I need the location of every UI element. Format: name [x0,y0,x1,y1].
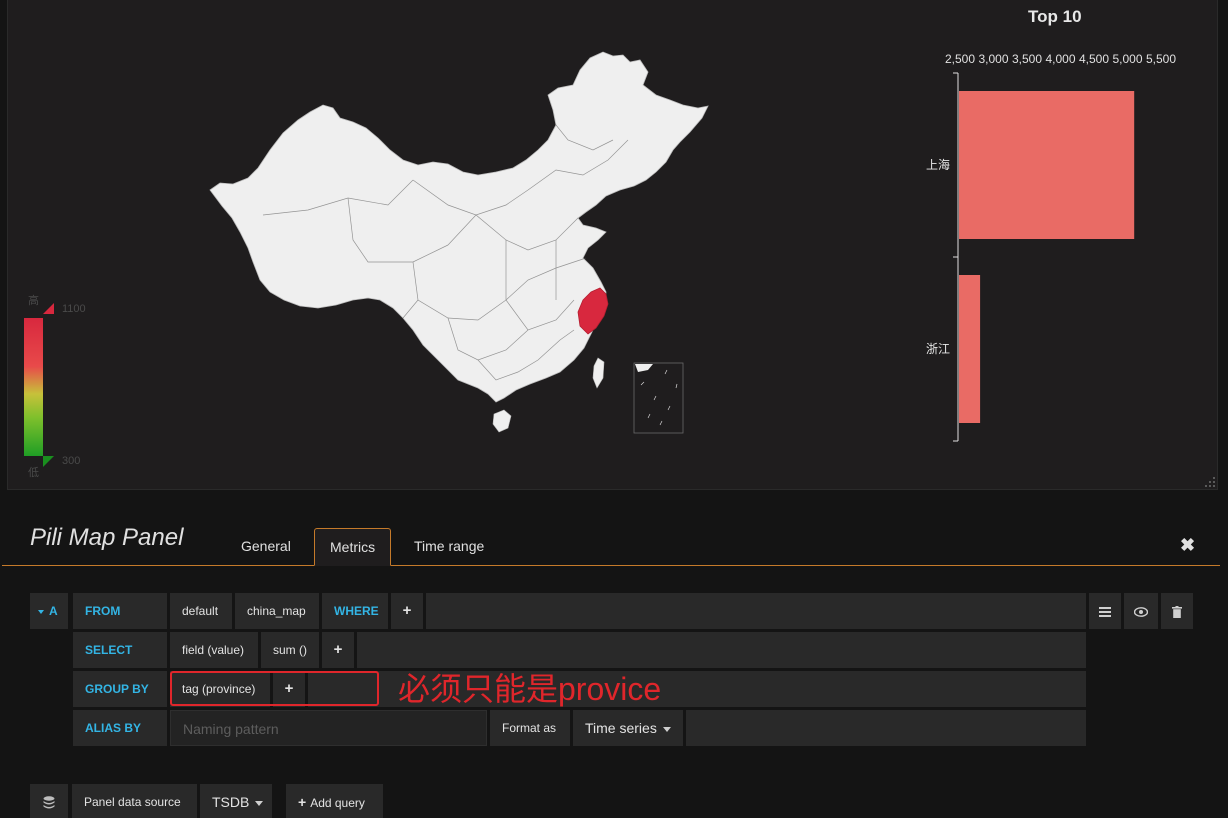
menu-icon[interactable] [1089,593,1121,629]
hainan-shape [492,409,512,433]
datasource-label: Panel data source [72,784,197,818]
legend-gradient [24,318,43,456]
database-icon [30,784,68,818]
top10-chart: Top 10 2,500 3,000 3,500 4,000 4,500 5,000 5,5… [908,0,1218,490]
x-tick-label: 4,000 [1045,52,1075,66]
from-row-fill [426,593,1086,629]
datasource-select-value: TSDB [212,794,250,810]
alias-row-fill [686,710,1086,746]
measurement-segment[interactable]: china_map [235,593,319,629]
field-segment[interactable]: field (value) [170,632,258,668]
color-legend: 高 1100 300 低 [8,0,108,490]
bar-1 [959,275,981,423]
alias-by-keyword: ALIAS BY [73,710,167,746]
panel-resize-handle[interactable] [1205,477,1215,487]
select-keyword: SELECT [73,632,167,668]
policy-segment[interactable]: default [170,593,232,629]
from-keyword: FROM [73,593,167,629]
plus-icon: + [298,794,307,810]
south-china-sea-inset [633,362,684,434]
annotation-highlight-box [170,671,379,706]
legend-max-value: 1100 [62,303,86,315]
add-query-button[interactable]: + Add query [286,784,383,818]
chevron-down-icon [255,800,264,806]
category-label: 浙江 [926,342,950,356]
query-ref-label: A [49,604,58,618]
add-where-button[interactable]: + [391,593,423,629]
x-tick-label: 4,500 [1079,52,1109,66]
datasource-select[interactable]: TSDB [200,784,272,818]
where-keyword: WHERE [322,593,388,629]
x-tick-label: 3,000 [978,52,1008,66]
tab-general[interactable]: General [226,528,306,566]
x-tick-label: 5,000 [1112,52,1142,66]
format-as-label: Format as [490,710,570,746]
legend-high-label: 高 [28,295,39,307]
group-by-keyword: GROUP BY [73,671,167,707]
add-select-button[interactable]: + [322,632,354,668]
editor-title: Pili Map Panel [30,524,184,551]
tab-metrics[interactable]: Metrics [314,528,392,566]
category-label: 上海 [926,157,950,172]
taiwan-shape [592,357,605,389]
legend-max-marker [43,303,54,314]
x-tick-label: 5,500 [1146,52,1176,66]
chevron-down-icon [662,726,671,732]
format-select-value: Time series [585,720,657,736]
add-query-label: Add query [310,796,365,810]
annotation-text: 必须只能是provice [398,671,662,707]
function-segment[interactable]: sum () [261,632,319,668]
map-panel: 高 1100 300 低 Top 10 2,500 3,000 3,500 4,000… [7,0,1218,490]
alias-input[interactable]: Naming pattern [170,710,487,746]
bar-0 [959,91,1135,239]
chart-title: Top 10 [1028,7,1082,26]
x-tick-label: 2,500 [945,52,975,66]
collapse-icon [38,609,44,614]
trash-icon[interactable] [1161,593,1193,629]
tab-time-range[interactable]: Time range [399,528,499,566]
legend-min-marker [43,456,54,467]
select-row-fill [357,632,1086,668]
query-ref-toggle[interactable]: A [30,593,68,629]
top10-bar-svg: 2,500 3,000 3,500 4,000 4,500 5,000 5,500 上海浙江 [926,52,1176,442]
eye-icon[interactable] [1124,593,1158,629]
legend-min-value: 300 [62,455,81,467]
legend-low-label: 低 [28,467,39,479]
format-select[interactable]: Time series [573,710,683,746]
x-tick-label: 3,500 [1012,52,1042,66]
editor-tab-underline [2,565,1220,566]
china-mainland-shape [209,51,709,403]
close-icon[interactable]: ✖ [1180,535,1195,556]
